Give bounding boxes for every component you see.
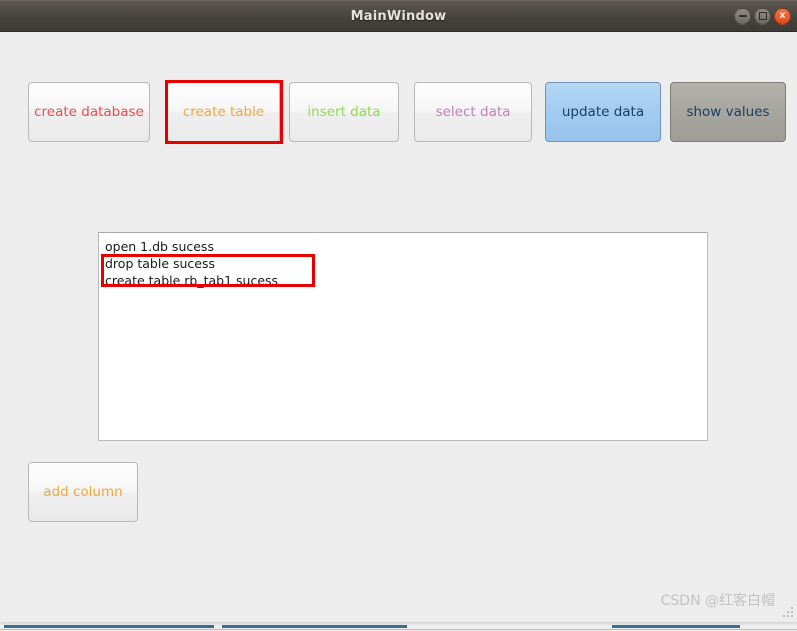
update-data-button[interactable]: update data (545, 82, 661, 142)
maximize-icon (758, 12, 767, 20)
background-window-accent (612, 625, 740, 628)
log-line: open 1.db sucess (105, 239, 214, 254)
window-controls: x (734, 1, 791, 31)
window-client-area: create database create table insert data… (0, 32, 797, 622)
add-column-button[interactable]: add column (28, 462, 138, 522)
main-window: MainWindow x create database create tabl… (0, 0, 797, 622)
watermark: CSDN @红客白帽 (660, 593, 775, 609)
create-table-button[interactable]: create table (167, 82, 280, 142)
minimize-button[interactable] (734, 7, 751, 25)
log-output-textarea[interactable]: open 1.db sucess drop table sucess creat… (98, 232, 708, 441)
close-button[interactable]: x (774, 7, 791, 25)
select-data-button[interactable]: select data (414, 82, 532, 142)
close-icon: x (779, 10, 786, 21)
window-title: MainWindow (350, 8, 447, 24)
insert-data-button[interactable]: insert data (289, 82, 399, 142)
background-window-accent (4, 625, 214, 628)
minimize-icon (738, 15, 747, 17)
log-line: drop table sucess (105, 256, 216, 271)
resize-grip-icon[interactable] (781, 607, 794, 620)
background-window-accent (222, 625, 407, 628)
show-values-button[interactable]: show values (670, 82, 786, 142)
title-bar[interactable]: MainWindow x (0, 0, 797, 32)
log-line: create table rb_tab1 sucess (105, 273, 279, 288)
screen: MainWindow x create database create tabl… (0, 0, 797, 631)
create-database-button[interactable]: create database (28, 82, 150, 142)
maximize-button[interactable] (754, 7, 771, 25)
